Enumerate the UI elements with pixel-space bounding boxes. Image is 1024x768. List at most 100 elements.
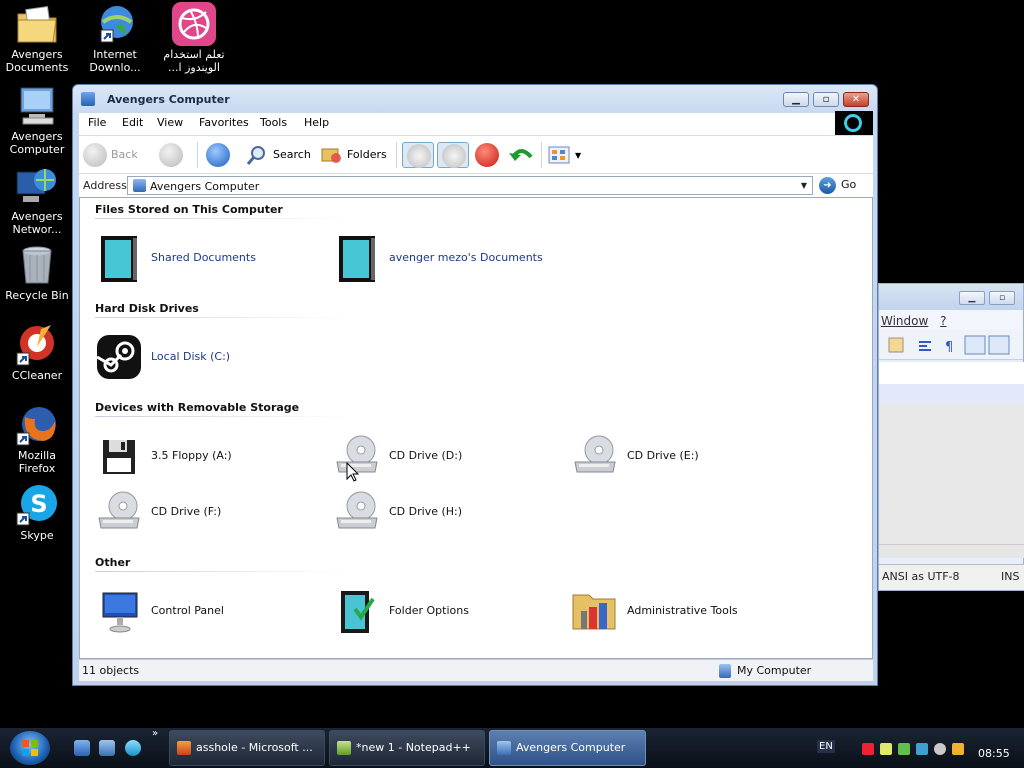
item-cd-drive-e[interactable]: CD Drive (E:) [571, 430, 801, 482]
taskbar: » asshole - Microsoft ... *new 1 - Notep… [0, 728, 1024, 768]
item-administrative-tools[interactable]: Administrative Tools [571, 585, 801, 637]
control-panel-icon [95, 587, 143, 635]
tray-icon[interactable] [952, 743, 964, 755]
chevron-right-icon[interactable]: » [152, 728, 158, 739]
skype-icon: S [15, 483, 59, 527]
menu-view[interactable]: View [157, 116, 183, 129]
item-label: Control Panel [151, 604, 224, 617]
taskbar-item-word[interactable]: asshole - Microsoft ... [169, 730, 325, 766]
tray-icon[interactable] [862, 743, 874, 755]
desktop-icon-skype[interactable]: S Skype [1, 483, 73, 542]
menu-help[interactable]: ? [940, 314, 946, 328]
maximize-button[interactable]: ▫ [813, 92, 839, 107]
back-button[interactable]: Back [83, 142, 138, 168]
item-control-panel[interactable]: Control Panel [95, 585, 325, 637]
svg-text:S: S [30, 490, 47, 518]
encoding-status: ANSI as UTF-8 [882, 570, 960, 583]
move-to-button[interactable] [402, 142, 434, 168]
mouse-cursor-icon [346, 462, 360, 482]
notepad-hscrollbar[interactable] [879, 544, 1024, 558]
minimize-button[interactable]: ▁ [783, 92, 809, 107]
tray-icon[interactable] [934, 743, 946, 755]
desktop-icon-label: Recycle Bin [5, 289, 69, 302]
close-button[interactable]: ✕ [843, 92, 869, 107]
taskbar-item-notepad[interactable]: *new 1 - Notepad++ [329, 730, 485, 766]
chevron-down-icon: ▼ [575, 151, 582, 160]
menu-file[interactable]: File [88, 116, 106, 129]
taskbar-item-explorer[interactable]: Avengers Computer [489, 730, 646, 766]
file-view[interactable]: Files Stored on This Computer Shared Doc… [79, 197, 873, 659]
desktop-icon-ccleaner[interactable]: CCleaner [1, 323, 73, 382]
menu-help[interactable]: Help [304, 116, 329, 129]
tray-icon[interactable] [916, 743, 928, 755]
address-input[interactable]: Avengers Computer ▼ [127, 176, 813, 195]
go-arrow-icon: ➜ [819, 176, 836, 194]
delete-button[interactable] [475, 142, 503, 168]
window-title: Avengers Computer [107, 93, 230, 106]
object-count: 11 objects [82, 664, 140, 677]
item-label: CD Drive (F:) [151, 505, 222, 518]
undo-arrow-icon [509, 143, 533, 167]
go-button[interactable]: ➜ Go [819, 176, 856, 194]
copy-to-icon [442, 144, 466, 168]
quicklaunch-ie-icon[interactable] [99, 740, 115, 756]
tray-icon[interactable] [898, 743, 910, 755]
computer-icon [133, 179, 146, 192]
menu-window[interactable]: Window [881, 314, 928, 328]
desktop-icon-avengers-computer[interactable]: Avengers Computer [1, 84, 73, 156]
my-computer-icon [719, 664, 731, 678]
group-divider [95, 571, 350, 572]
dribbble-ball-icon [172, 2, 216, 46]
menu-favorites[interactable]: Favorites [199, 116, 249, 129]
clock[interactable]: 08:55 [978, 747, 1010, 760]
undo-button[interactable] [509, 142, 537, 168]
item-user-documents[interactable]: avenger mezo's Documents [333, 232, 563, 284]
computer-icon [15, 84, 59, 128]
notepad-titlebar[interactable]: ▁ ▫ [879, 284, 1023, 310]
desktop-icon-recycle-bin[interactable]: Recycle Bin [1, 243, 73, 302]
chevron-down-icon[interactable]: ▼ [798, 179, 810, 192]
up-button[interactable] [206, 142, 234, 168]
desktop-icon-label: Mozilla Firefox [18, 449, 56, 475]
item-label: avenger mezo's Documents [389, 251, 543, 264]
notepad-window[interactable]: ▁ ▫ Window ? ¶ ANSI as UTF-8 INS [878, 283, 1024, 591]
folders-icon [319, 143, 343, 167]
folders-button[interactable]: Folders [319, 142, 387, 168]
search-button[interactable]: Search [245, 142, 311, 168]
desktop-icon-arabic-tutorial[interactable]: تعلم استخدام الويندوز ا... [158, 2, 230, 74]
windows-logo-icon [835, 111, 873, 135]
views-button[interactable]: ▼ [547, 142, 581, 168]
item-cd-drive-d[interactable]: CD Drive (D:) [333, 430, 563, 482]
desktop-icon-label: CCleaner [11, 369, 63, 382]
start-button[interactable] [10, 731, 50, 765]
zone-indicator: My Computer [719, 664, 811, 678]
desktop-icon-avengers-documents[interactable]: Avengers Documents [1, 2, 73, 74]
forward-button[interactable] [159, 142, 187, 168]
quicklaunch-browser-icon[interactable] [125, 740, 141, 756]
item-floppy-a[interactable]: 3.5 Floppy (A:) [95, 430, 325, 482]
explorer-titlebar[interactable]: Avengers Computer ▁ ▫ ✕ [73, 85, 877, 113]
copy-to-button[interactable] [437, 142, 469, 168]
menu-tools[interactable]: Tools [260, 116, 287, 129]
item-folder-options[interactable]: Folder Options [333, 585, 563, 637]
language-indicator[interactable]: EN [817, 740, 835, 753]
notepad-edit-area[interactable] [879, 362, 1024, 384]
search-icon [245, 143, 269, 167]
desktop-icon-internet-download[interactable]: Internet Downlo... [79, 2, 151, 74]
minimize-button[interactable]: ▁ [959, 291, 985, 305]
item-shared-documents[interactable]: Shared Documents [95, 232, 325, 284]
maximize-button[interactable]: ▫ [989, 291, 1015, 305]
desktop-icon-avengers-network[interactable]: Avengers Networ... [1, 164, 73, 236]
item-local-disk-c[interactable]: Local Disk (C:) [95, 331, 325, 383]
menu-edit[interactable]: Edit [122, 116, 143, 129]
item-cd-drive-h[interactable]: CD Drive (H:) [333, 486, 563, 538]
recycle-bin-icon [15, 243, 59, 287]
quicklaunch-computer-icon[interactable] [74, 740, 90, 756]
ccleaner-icon [15, 323, 59, 367]
item-cd-drive-f[interactable]: CD Drive (F:) [95, 486, 325, 538]
windows-logo-icon [22, 740, 38, 756]
desktop-icon-label: Avengers Documents [5, 48, 69, 74]
explorer-window[interactable]: Avengers Computer ▁ ▫ ✕ File Edit View F… [72, 84, 878, 686]
tray-icon[interactable] [880, 743, 892, 755]
desktop-icon-firefox[interactable]: Mozilla Firefox [1, 403, 73, 475]
